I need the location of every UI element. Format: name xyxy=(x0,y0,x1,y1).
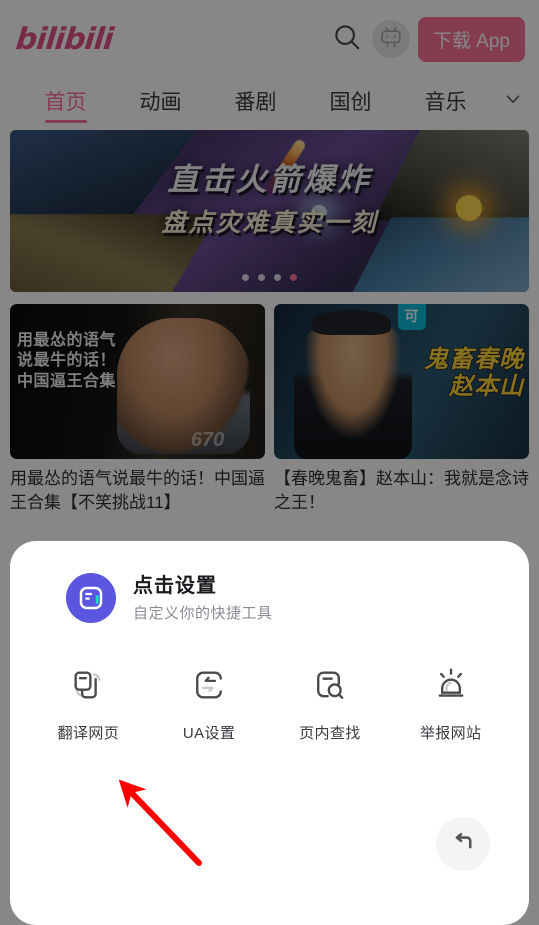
report-site-icon xyxy=(431,665,471,710)
tool-label: 翻译网页 xyxy=(57,725,120,742)
tool-label: 页内查找 xyxy=(299,725,361,742)
sheet-header[interactable]: 点击设置 自定义你的快捷工具 xyxy=(10,541,529,623)
tool-label: UA设置 xyxy=(182,725,236,742)
sheet-header-text: 点击设置 自定义你的快捷工具 xyxy=(133,574,273,623)
sheet-subtitle: 自定义你的快捷工具 xyxy=(133,604,273,622)
ua-settings-icon xyxy=(189,665,229,710)
tool-report-site[interactable]: 举报网站 xyxy=(390,665,511,743)
tool-find-in-page[interactable]: 页内查找 xyxy=(270,665,391,743)
tool-translate-page[interactable]: 翻译网页 xyxy=(28,665,149,743)
quick-tools-bottom-sheet: 点击设置 自定义你的快捷工具 翻译网页 UA设置 页内查找 举报网站 xyxy=(10,541,529,925)
back-button[interactable] xyxy=(436,817,490,871)
find-in-page-icon xyxy=(310,665,350,710)
sheet-title: 点击设置 xyxy=(133,574,217,597)
translate-page-icon xyxy=(68,665,108,710)
tool-ua-settings[interactable]: UA设置 xyxy=(149,665,270,743)
tool-label: 举报网站 xyxy=(419,725,482,742)
quick-tools-row: 翻译网页 UA设置 页内查找 举报网站 xyxy=(10,623,529,743)
undo-back-icon xyxy=(450,828,477,860)
quark-browser-icon xyxy=(66,573,116,623)
